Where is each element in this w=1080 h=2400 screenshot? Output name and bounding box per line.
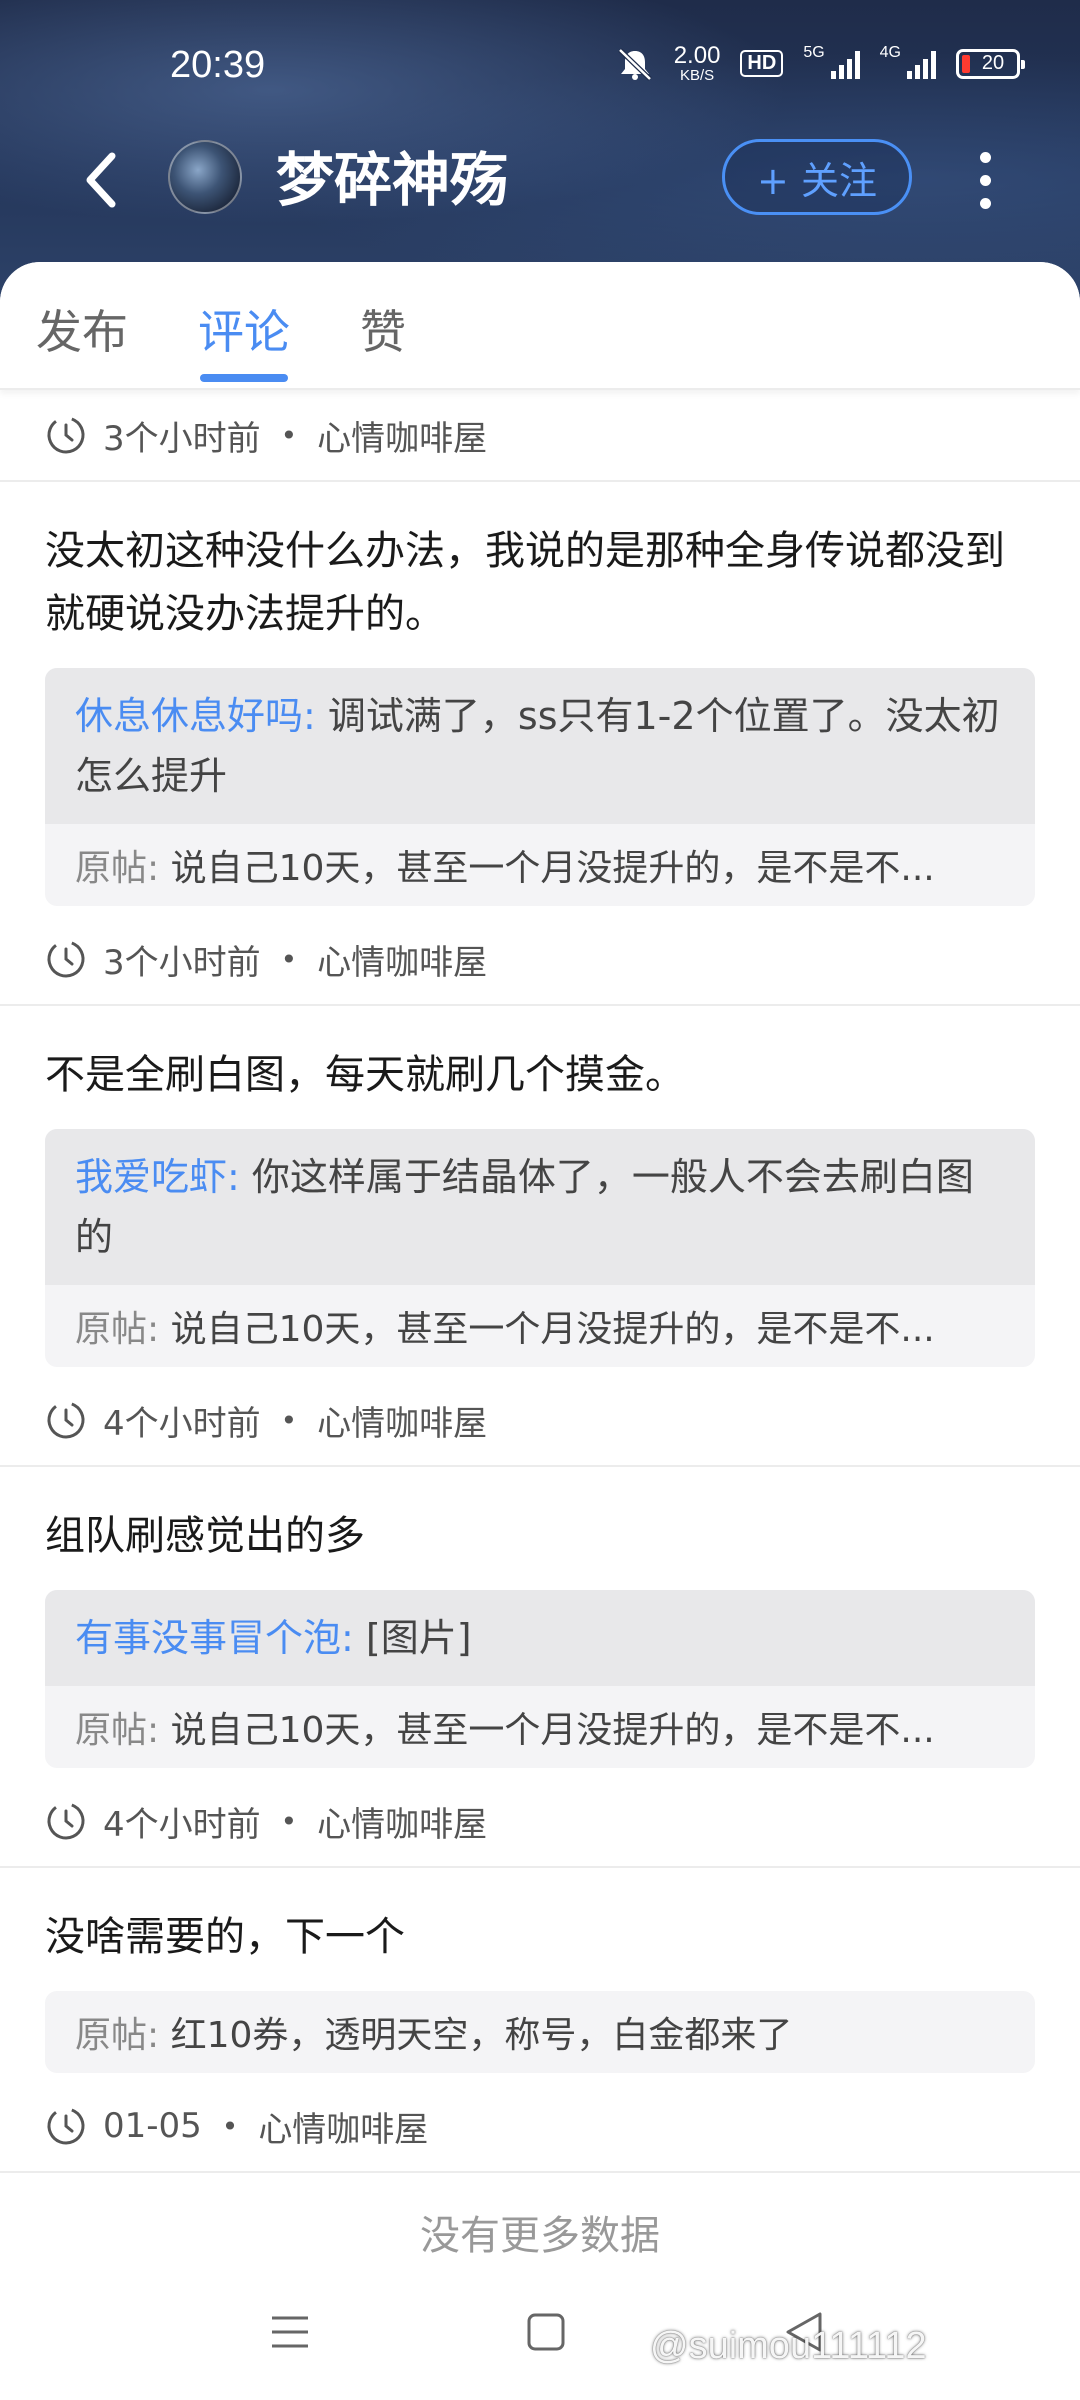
more-vertical-icon bbox=[979, 151, 991, 163]
tab-comments[interactable]: 评论 bbox=[198, 296, 290, 362]
divider bbox=[0, 2171, 1080, 2173]
top-nav-bar: 梦碎神殇 + 关注 bbox=[0, 130, 1080, 250]
quote-box[interactable]: 我爱吃虾: 你这样属于结晶体了，一般人不会去刷白图的 原帖: 说自己10天，甚至… bbox=[45, 1129, 1035, 1367]
back-arrow-icon bbox=[86, 152, 116, 208]
comment-time: 3个小时前 bbox=[103, 942, 261, 983]
original-post[interactable]: 原帖: 说自己10天，甚至一个月没提升的，是不是不... bbox=[45, 824, 1035, 906]
signal-icon-1 bbox=[830, 49, 860, 79]
original-post-label: 原帖: bbox=[75, 1309, 160, 1350]
quote-box[interactable]: 原帖: 红10券，透明天空，称号，白金都来了 bbox=[45, 1991, 1035, 2073]
battery-icon: 20 bbox=[956, 48, 1025, 79]
reply-quote: 休息休息好吗: 调试满了，ss只有1-2个位置了。没太初怎么提升 bbox=[45, 668, 1035, 824]
reply-author[interactable]: 我爱吃虾: bbox=[75, 1155, 240, 1199]
home-key-icon[interactable] bbox=[524, 2310, 568, 2354]
no-more-data: 没有更多数据 bbox=[420, 2213, 660, 2259]
comment-meta: 4个小时前 • 心情咖啡屋 bbox=[0, 1776, 1080, 1866]
tab-bar: 发布 评论 赞 bbox=[0, 262, 1080, 390]
comment-forum[interactable]: 心情咖啡屋 bbox=[317, 1396, 487, 1445]
speed-value: 2.00 bbox=[673, 42, 721, 69]
reply-author[interactable]: 休息休息好吗: bbox=[75, 694, 316, 738]
status-time: 20:39 bbox=[170, 44, 266, 86]
page-title: 梦碎神殇 bbox=[276, 146, 509, 214]
comment-text: 组队刷感觉出的多 bbox=[45, 1513, 365, 1559]
separator-dot: • bbox=[280, 942, 298, 976]
reply-quote: 有事没事冒个泡: [图片] bbox=[45, 1590, 1035, 1686]
separator-dot: • bbox=[280, 1804, 298, 1838]
separator-dot: • bbox=[221, 2109, 239, 2143]
comment-forum[interactable]: 心情咖啡屋 bbox=[258, 2102, 428, 2151]
clock-icon bbox=[47, 940, 85, 978]
menu-key-icon[interactable] bbox=[268, 2310, 312, 2354]
comment-meta: 3个小时前 • 心情咖啡屋 bbox=[0, 390, 1080, 480]
comment-forum[interactable]: 心情咖啡屋 bbox=[317, 1797, 487, 1846]
reply-text: [图片] bbox=[365, 1616, 472, 1660]
original-post-text: 说自己10天，甚至一个月没提升的，是不是不... bbox=[170, 1710, 935, 1751]
tab-likes[interactable]: 赞 bbox=[360, 296, 406, 362]
original-post-text: 红10券，透明天空，称号，白金都来了 bbox=[170, 2015, 793, 2056]
content-sheet: 发布 评论 赞 3个小时前 • 心情咖啡屋 没太初这种没什么办法，我说的是那种全… bbox=[0, 262, 1080, 2400]
quote-box[interactable]: 有事没事冒个泡: [图片] 原帖: 说自己10天，甚至一个月没提升的，是不是不.… bbox=[45, 1590, 1035, 1768]
signal-icon-2 bbox=[907, 49, 936, 79]
comment-text: 没太初这种没什么办法，我说的是那种全身传说都没到就硬说没办法提升的。 bbox=[45, 528, 1005, 637]
comment-item[interactable]: 不是全刷白图，每天就刷几个摸金。 我爱吃虾: 你这样属于结晶体了，一般人不会去刷… bbox=[0, 1006, 1080, 1367]
comment-time: 4个小时前 bbox=[103, 1804, 261, 1845]
comment-item[interactable]: 没太初这种没什么办法，我说的是那种全身传说都没到就硬说没办法提升的。 休息休息好… bbox=[0, 482, 1080, 906]
speed-unit: KB/S bbox=[679, 67, 715, 84]
separator-dot: • bbox=[280, 418, 298, 452]
quote-box[interactable]: 休息休息好吗: 调试满了，ss只有1-2个位置了。没太初怎么提升 原帖: 说自己… bbox=[45, 668, 1035, 906]
clock-icon bbox=[47, 1802, 85, 1840]
comment-item[interactable]: 没啥需要的，下一个 原帖: 红10券，透明天空，称号，白金都来了 bbox=[0, 1868, 1080, 2073]
original-post[interactable]: 原帖: 说自己10天，甚至一个月没提升的，是不是不... bbox=[45, 1686, 1035, 1768]
hd-badge: HD bbox=[740, 50, 784, 77]
comment-time: 4个小时前 bbox=[103, 1403, 261, 1444]
network-type-5g: 5G bbox=[803, 44, 825, 61]
watermark: @suimou111112 bbox=[650, 2325, 927, 2367]
comment-meta: 4个小时前 • 心情咖啡屋 bbox=[0, 1375, 1080, 1465]
tab-publish[interactable]: 发布 bbox=[36, 296, 128, 362]
status-icons: 2.00 KB/S HD 5G 4G 20 bbox=[616, 42, 1025, 84]
network-speed: 2.00 KB/S bbox=[673, 42, 721, 84]
comment-text: 没啥需要的，下一个 bbox=[45, 1914, 405, 1960]
comment-time: 3个小时前 bbox=[103, 418, 261, 459]
battery-level: 20 bbox=[981, 52, 1005, 74]
comment-text: 不是全刷白图，每天就刷几个摸金。 bbox=[45, 1052, 685, 1098]
comment-meta: 3个小时前 • 心情咖啡屋 bbox=[0, 914, 1080, 1004]
clock-icon bbox=[47, 416, 85, 454]
separator-dot: • bbox=[280, 1403, 298, 1437]
status-bar: 20:39 2.00 KB/S HD 5G 4G 20 bbox=[0, 0, 1080, 130]
original-post[interactable]: 原帖: 红10券，透明天空，称号，白金都来了 bbox=[45, 1991, 1035, 2073]
comment-forum[interactable]: 心情咖啡屋 bbox=[317, 935, 487, 984]
original-post-label: 原帖: bbox=[75, 848, 160, 889]
reply-quote: 我爱吃虾: 你这样属于结晶体了，一般人不会去刷白图的 bbox=[45, 1129, 1035, 1285]
comment-time: 01-05 bbox=[103, 2106, 202, 2146]
reply-author[interactable]: 有事没事冒个泡: bbox=[75, 1616, 354, 1660]
original-post-label: 原帖: bbox=[75, 1710, 160, 1751]
original-post-text: 说自己10天，甚至一个月没提升的，是不是不... bbox=[170, 848, 935, 889]
avatar[interactable] bbox=[168, 140, 242, 214]
original-post-label: 原帖: bbox=[75, 2015, 160, 2056]
comment-item[interactable]: 组队刷感觉出的多 有事没事冒个泡: [图片] 原帖: 说自己10天，甚至一个月没… bbox=[0, 1467, 1080, 1768]
comment-meta: 01-05 • 心情咖啡屋 bbox=[0, 2081, 1080, 2171]
more-options-button[interactable] bbox=[965, 140, 1005, 220]
comment-list[interactable]: 3个小时前 • 心情咖啡屋 没太初这种没什么办法，我说的是那种全身传说都没到就硬… bbox=[0, 390, 1080, 2261]
clock-icon bbox=[47, 2107, 85, 2145]
comment-forum[interactable]: 心情咖啡屋 bbox=[317, 411, 487, 460]
follow-button[interactable]: + 关注 bbox=[722, 139, 912, 215]
clock-icon bbox=[47, 1401, 85, 1439]
back-button[interactable] bbox=[60, 140, 140, 220]
active-tab-indicator bbox=[200, 374, 288, 382]
original-post[interactable]: 原帖: 说自己10天，甚至一个月没提升的，是不是不... bbox=[45, 1285, 1035, 1367]
network-type-4g: 4G bbox=[879, 44, 901, 61]
original-post-text: 说自己10天，甚至一个月没提升的，是不是不... bbox=[170, 1309, 935, 1350]
mute-bell-icon bbox=[617, 47, 652, 81]
